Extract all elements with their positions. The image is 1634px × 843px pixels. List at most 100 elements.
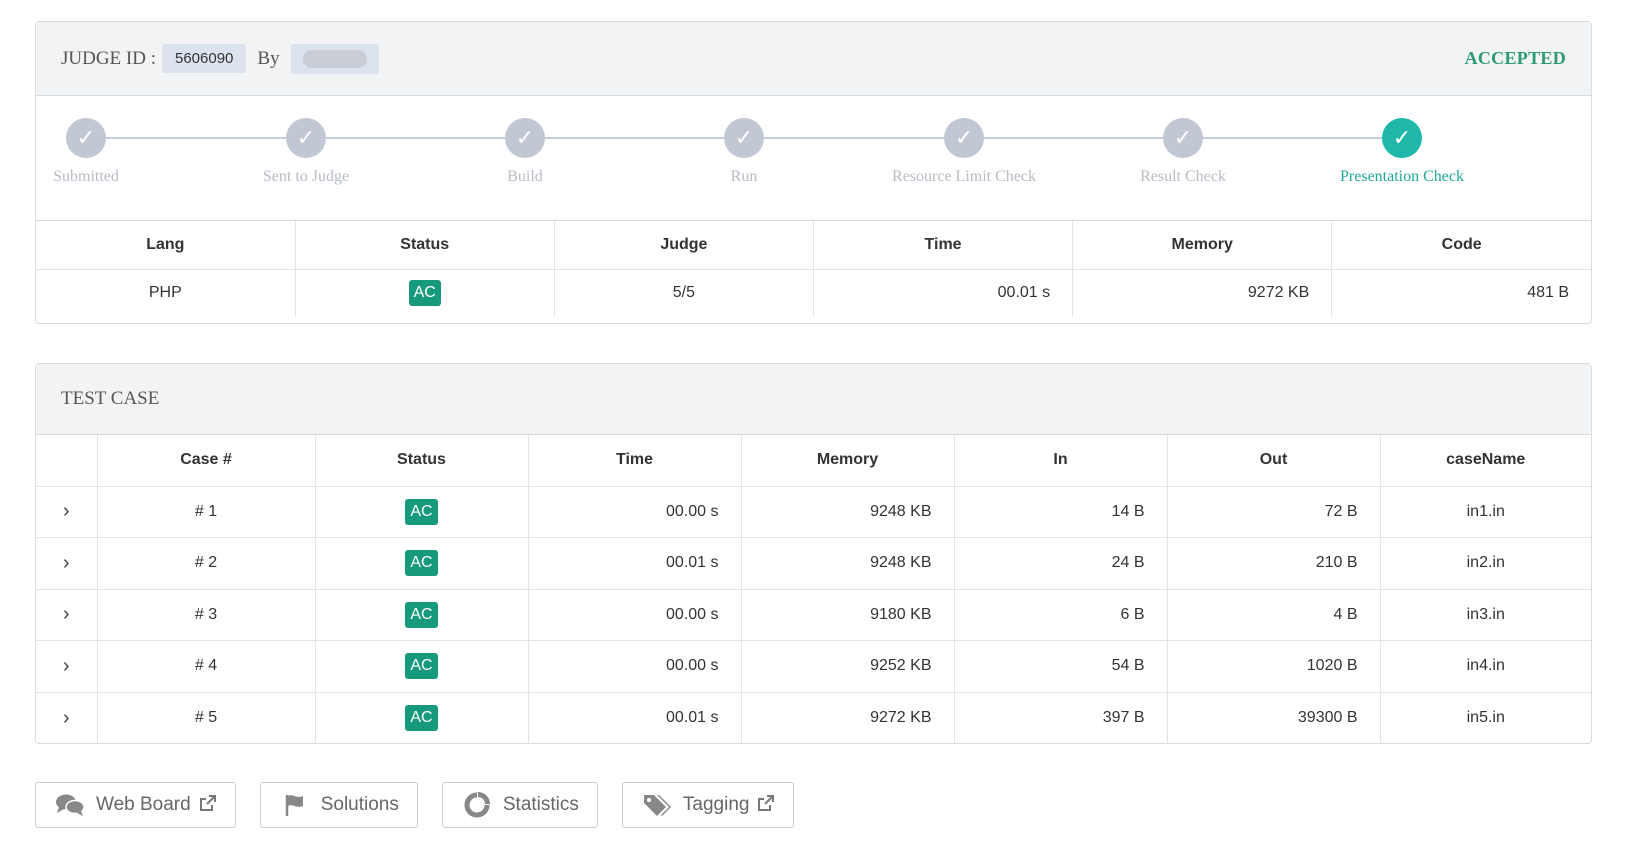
- user-chip[interactable]: [290, 43, 379, 74]
- case-time: 00.00 s: [528, 640, 742, 693]
- case-out: 210 B: [1167, 537, 1381, 590]
- summary-row: PHP AC 5/5 00.01 s 9272 KB 481 B: [36, 269, 1591, 317]
- summary-judge: 5/5: [554, 269, 814, 317]
- flag-icon: [279, 791, 311, 819]
- summary-table: Lang Status Judge Time Memory Code PHP A…: [36, 221, 1591, 317]
- col-time: Time: [813, 221, 1074, 270]
- check-icon: ✓: [505, 118, 545, 158]
- status-badge: AC: [405, 705, 438, 731]
- testcase-title: TEST CASE: [61, 388, 160, 409]
- summary-lang: PHP: [36, 269, 296, 317]
- case-number: # 5: [97, 692, 316, 744]
- action-buttons: Web Board Solutions Statistics Tagging: [35, 782, 818, 828]
- case-name: in4.in: [1380, 640, 1591, 693]
- step-label: Run: [730, 168, 758, 185]
- case-in: 24 B: [954, 537, 1168, 590]
- step-label: Sent to Judge: [262, 168, 350, 185]
- step-label: Result Check: [1140, 168, 1226, 185]
- expand-chevron-icon[interactable]: ›: [36, 640, 98, 693]
- case-status-cell: AC: [315, 486, 529, 538]
- case-out: 72 B: [1167, 486, 1381, 538]
- solutions-button[interactable]: Solutions: [259, 782, 418, 828]
- case-name: in5.in: [1466, 709, 1505, 726]
- summary-header-row: Lang Status Judge Time Memory Code: [36, 221, 1591, 270]
- case-status-cell: AC: [315, 537, 529, 590]
- judge-panel: JUDGE ID : 5606090 By ACCEPTED ✓ Submitt…: [35, 21, 1592, 324]
- status-badge: AC: [405, 498, 438, 525]
- step-label: Presentation Check: [1340, 168, 1464, 185]
- summary-memory: 9272 KB: [1072, 269, 1333, 317]
- col-status: Status: [315, 435, 529, 487]
- step-label: Resource Limit Check: [892, 168, 1036, 185]
- case-memory: 9248 KB: [741, 486, 955, 538]
- case-out: 39300 B: [1167, 692, 1381, 744]
- table-row[interactable]: › # 2 AC 00.01 s 9248 KB 24 B 210 B in2.…: [36, 537, 1591, 590]
- case-time: 00.01 s: [528, 692, 742, 744]
- case-in: 14 B: [954, 486, 1168, 538]
- col-memory: Memory: [1072, 221, 1333, 270]
- testcase-table: Case # Status Time Memory In Out caseNam…: [36, 435, 1591, 744]
- case-number: # 3: [97, 589, 316, 641]
- col-lang: Lang: [36, 221, 296, 270]
- tagging-label: Tagging: [682, 794, 750, 815]
- check-icon: ✓: [724, 118, 764, 158]
- case-status-cell: AC: [315, 692, 529, 744]
- judge-progress: ✓ Submitted ✓ Sent to Judge ✓ Build ✓ Ru…: [36, 96, 1591, 221]
- table-row[interactable]: › # 5 AC 00.01 s 9272 KB 397 B 39300 B i…: [36, 692, 1591, 744]
- expand-chevron-icon[interactable]: ›: [36, 589, 98, 641]
- case-memory: 9248 KB: [741, 537, 955, 590]
- col-out: Out: [1167, 435, 1381, 487]
- case-status-cell: AC: [315, 589, 529, 641]
- case-out: 4 B: [1167, 589, 1381, 641]
- case-in: 54 B: [954, 640, 1168, 693]
- case-out: 1020 B: [1167, 640, 1381, 693]
- status-badge: AC: [408, 280, 441, 307]
- check-icon: ✓: [944, 118, 984, 158]
- statistics-button[interactable]: Statistics: [441, 782, 598, 828]
- table-row[interactable]: › # 4 AC 00.00 s 9252 KB 54 B 1020 B in4…: [36, 640, 1591, 693]
- status-badge: AC: [405, 550, 438, 577]
- judge-id-value: 5606090: [162, 44, 247, 73]
- check-icon: ✓: [286, 118, 326, 158]
- external-link-icon: [199, 794, 217, 817]
- case-name: in1.in: [1380, 486, 1591, 538]
- case-number: # 2: [97, 537, 316, 590]
- pie-chart-icon: [461, 791, 493, 819]
- step-label: Submitted: [53, 168, 119, 185]
- judge-id-label: JUDGE ID :: [61, 47, 156, 69]
- status-badge: AC: [405, 653, 438, 680]
- webboard-label: Web Board: [96, 794, 191, 815]
- statistics-label: Statistics: [502, 794, 579, 815]
- expand-chevron-icon[interactable]: ›: [36, 692, 98, 744]
- summary-code: 481 B: [1527, 284, 1569, 302]
- check-icon: ✓: [1382, 118, 1422, 158]
- external-link-icon: [757, 794, 775, 817]
- check-icon: ✓: [1163, 118, 1203, 158]
- check-icon: ✓: [66, 118, 106, 158]
- col-status: Status: [295, 221, 555, 270]
- col-judge: Judge: [554, 221, 814, 270]
- case-name: in2.in: [1380, 537, 1591, 590]
- testcase-header-row: Case # Status Time Memory In Out caseNam…: [36, 435, 1591, 487]
- tagging-button[interactable]: Tagging: [621, 782, 795, 828]
- case-time: 00.00 s: [528, 589, 742, 641]
- table-row[interactable]: › # 3 AC 00.00 s 9180 KB 6 B 4 B in3.in: [36, 589, 1591, 641]
- tags-icon: [641, 791, 673, 819]
- expand-chevron-icon[interactable]: ›: [36, 486, 98, 538]
- solutions-label: Solutions: [320, 794, 399, 815]
- case-number: # 4: [97, 640, 316, 693]
- case-in: 397 B: [954, 692, 1168, 744]
- verdict-status: ACCEPTED: [1464, 48, 1566, 68]
- case-name: in3.in: [1380, 589, 1591, 641]
- col-time: Time: [528, 435, 742, 487]
- col-casename: caseName: [1380, 435, 1591, 487]
- table-row[interactable]: › # 1 AC 00.00 s 9248 KB 14 B 72 B in1.i…: [36, 486, 1591, 538]
- case-time: 00.01 s: [528, 537, 742, 590]
- status-badge: AC: [405, 601, 438, 628]
- webboard-button[interactable]: Web Board: [35, 782, 236, 828]
- case-memory: 9180 KB: [741, 589, 955, 641]
- summary-status-cell: AC: [295, 269, 555, 317]
- col-case: Case #: [97, 435, 316, 487]
- expand-chevron-icon[interactable]: ›: [36, 537, 98, 590]
- redacted-username: [302, 49, 367, 68]
